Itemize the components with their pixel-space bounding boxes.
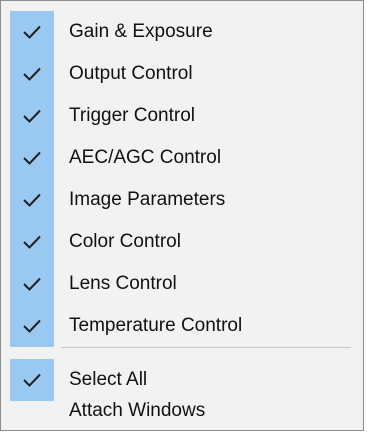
menu-item-label: Output Control	[69, 63, 193, 84]
menu-item-label: AEC/AGC Control	[69, 147, 222, 168]
check-icon	[23, 193, 41, 207]
menu-item-trigger-control[interactable]: Trigger Control	[1, 95, 363, 137]
menu-item-image-parameters[interactable]: Image Parameters	[1, 179, 363, 221]
check-indicator	[10, 221, 54, 263]
check-indicator	[10, 53, 54, 95]
menu-item-lens-control[interactable]: Lens Control	[1, 263, 363, 305]
menu-item-label: Image Parameters	[69, 189, 226, 210]
menu-item-output-control[interactable]: Output Control	[1, 53, 363, 95]
check-indicator	[10, 390, 54, 432]
check-icon	[23, 67, 41, 81]
check-indicator	[10, 263, 54, 305]
check-icon	[23, 25, 41, 39]
check-indicator	[10, 305, 54, 347]
check-indicator	[10, 179, 54, 221]
check-icon	[23, 109, 41, 123]
menu-item-label: Temperature Control	[69, 315, 243, 336]
menu-item-label: Color Control	[69, 231, 181, 252]
menu-item-label: Gain & Exposure	[69, 21, 213, 42]
menu-item-aec-agc-control[interactable]: AEC/AGC Control	[1, 137, 363, 179]
menu-item-temperature-control[interactable]: Temperature Control	[1, 305, 363, 347]
menu-separator	[61, 347, 351, 348]
check-icon	[23, 373, 41, 387]
menu-item-gain-exposure[interactable]: Gain & Exposure	[1, 11, 363, 53]
menu-item-color-control[interactable]: Color Control	[1, 221, 363, 263]
menu-item-label: Trigger Control	[69, 105, 196, 126]
menu-item-label: Lens Control	[69, 273, 177, 294]
check-icon	[23, 235, 41, 249]
check-icon	[23, 319, 41, 333]
check-icon	[23, 151, 41, 165]
check-icon	[23, 277, 41, 291]
context-menu: Gain & Exposure Output Control Trigger C…	[0, 0, 364, 431]
menu-item-label: Attach Windows	[69, 400, 206, 421]
menu-item-attach-windows[interactable]: Attach Windows	[1, 390, 363, 432]
check-indicator	[10, 11, 54, 53]
check-indicator	[10, 137, 54, 179]
check-indicator	[10, 95, 54, 137]
